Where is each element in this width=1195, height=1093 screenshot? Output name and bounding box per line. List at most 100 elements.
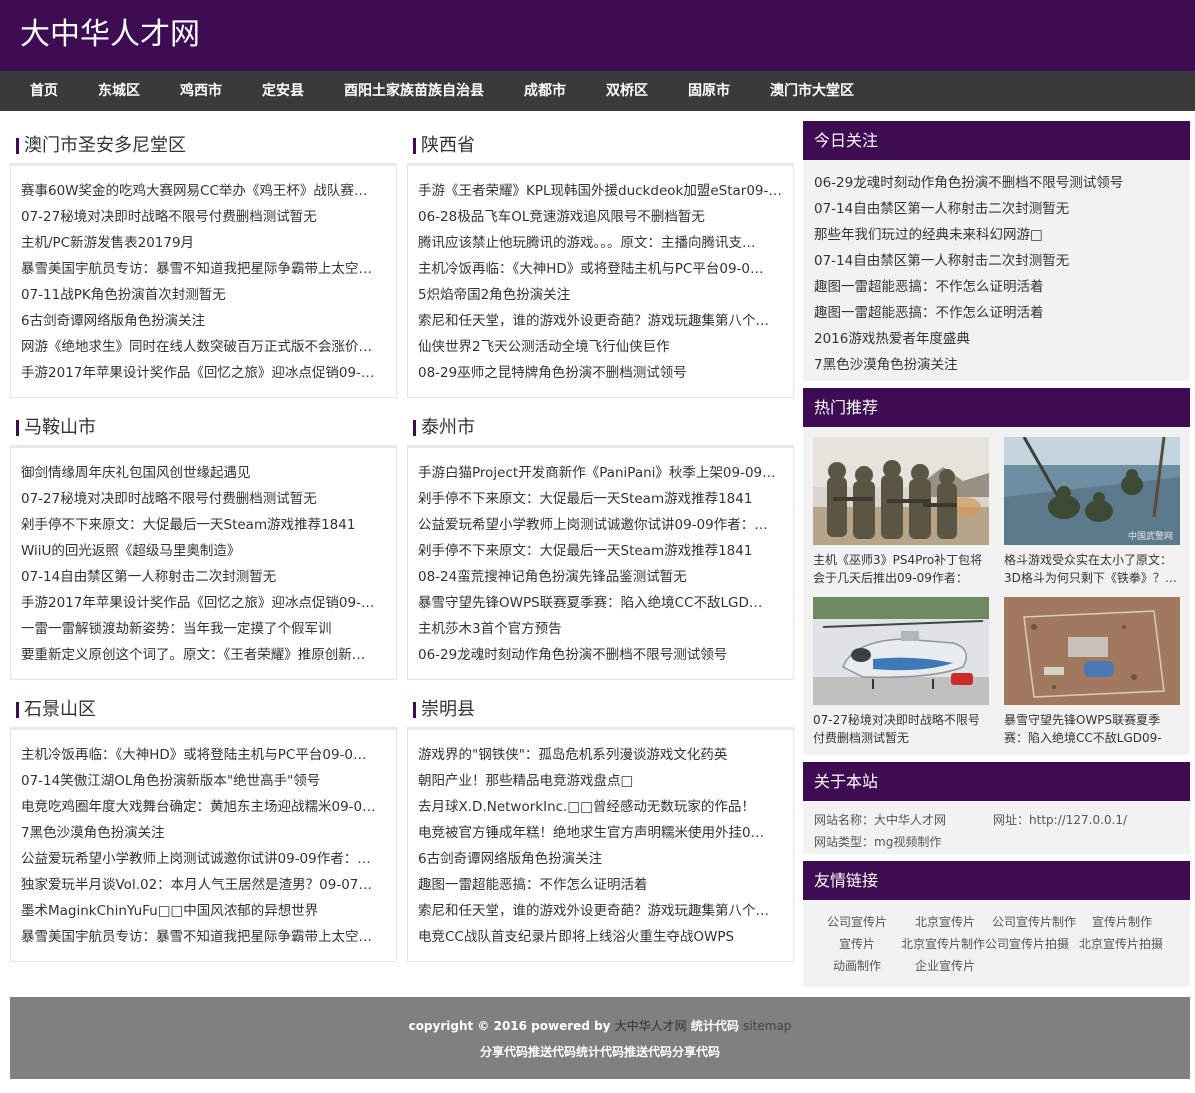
section-title[interactable]: 陕西省 xyxy=(407,134,475,158)
section-title[interactable]: 石景山区 xyxy=(10,698,96,722)
hot-caption[interactable]: 主机《巫师3》PS4Pro补丁包将会于几天后推出09-09作者：华… xyxy=(813,551,989,587)
article-link[interactable]: 暴雪美国宇航员专访：暴雪不知道我把星际争霸带上太空… xyxy=(21,256,396,282)
nav-item-jixi[interactable]: 鸡西市 xyxy=(180,71,222,111)
soldiers-photo[interactable] xyxy=(813,437,989,545)
nav-item-guyuan[interactable]: 固原市 xyxy=(688,71,730,111)
article-link[interactable]: 独家爱玩半月谈Vol.02：本月人气王居然是渣男？09-07… xyxy=(21,872,396,898)
site-title[interactable]: 大中华人才网 xyxy=(20,15,200,55)
friend-link[interactable]: 北京宣传片制作 xyxy=(901,935,985,952)
helicopter-photo[interactable] xyxy=(813,597,989,705)
focus-link[interactable]: 趣图一雷超能恶搞：不作怎么证明活着 xyxy=(814,300,1190,326)
value[interactable]: http://127.0.0.1/ xyxy=(1029,813,1127,827)
article-link[interactable]: 墨术MaginkChinYuFu□□中国风浓郁的异想世界 xyxy=(21,898,396,924)
article-link[interactable]: 手游白猫Project开发商新作《PaniPani》秋季上架09-09… xyxy=(418,460,793,486)
friend-link[interactable]: 宣传片制作 xyxy=(1092,913,1152,930)
aerial-base-photo[interactable] xyxy=(1004,597,1180,705)
footer-sitemap-link[interactable]: sitemap xyxy=(743,1019,791,1033)
article-link[interactable]: 剁手停不下来原文：大促最后一天Steam游戏推荐1841 xyxy=(418,538,793,564)
article-link[interactable]: 07-27秘境对决即时战略不限号付费删档测试暂无 xyxy=(21,486,396,512)
hot-caption[interactable]: 07-27秘境对决即时战略不限号付费删档测试暂无 xyxy=(813,711,989,747)
article-link[interactable]: 主机莎木3首个官方预告 xyxy=(418,616,793,642)
article-link[interactable]: 电竞CC战队首支纪录片即将上线浴火重生夺战OWPS xyxy=(418,924,793,950)
article-link[interactable]: 去月球X.D.NetworkInc.□□曾经感动无数玩家的作品！ xyxy=(418,794,793,820)
friend-link[interactable]: 北京宣传片拍摄 xyxy=(1079,935,1163,952)
focus-link[interactable]: 06-29龙魂时刻动作角色扮演不删档不限号测试领号 xyxy=(814,170,1190,196)
article-link[interactable]: 赛事60W奖金的吃鸡大赛网易CC举办《鸡王杯》战队赛… xyxy=(21,178,396,204)
nav-item-home[interactable]: 首页 xyxy=(30,71,58,111)
hot-caption[interactable]: 格斗游戏受众实在太小了原文：3D格斗为何只剩下《铁拳》？… xyxy=(1004,551,1180,587)
article-link[interactable]: 御剑情缘周年庆礼包国风创世缘起遇见 xyxy=(21,460,396,486)
focus-link[interactable]: 7黑色沙漠角色扮演关注 xyxy=(814,352,1190,378)
article-link[interactable]: 手游《王者荣耀》KPL现韩国外援duckdeok加盟eStar09-… xyxy=(418,178,793,204)
article-link[interactable]: 剁手停不下来原文：大促最后一天Steam游戏推荐1841 xyxy=(418,486,793,512)
focus-link[interactable]: 趣图一雷超能恶搞：不作怎么证明活着 xyxy=(814,274,1190,300)
article-link[interactable]: 主机冷饭再临：《大神HD》或将登陆主机与PC平台09-0… xyxy=(418,256,793,282)
article-link[interactable]: WiiU的回光返照《超级马里奥制造》 xyxy=(21,538,396,564)
article-link[interactable]: 6古剑奇谭网络版角色扮演关注 xyxy=(21,308,396,334)
article-link[interactable]: 08-29巫师之昆特牌角色扮演不删档测试领号 xyxy=(418,360,793,386)
site-header: 大中华人才网 xyxy=(0,0,1195,71)
article-link[interactable]: 公益爱玩希望小学教师上岗测试诚邀你试讲09-09作者：… xyxy=(21,846,396,872)
article-link[interactable]: 06-29龙魂时刻动作角色扮演不删档不限号测试领号 xyxy=(418,642,793,668)
nav-item-youyang[interactable]: 酉阳土家族苗族自治县 xyxy=(344,71,484,111)
hot-item[interactable]: 07-27秘境对决即时战略不限号付费删档测试暂无 xyxy=(813,597,989,747)
friend-link[interactable]: 宣传片 xyxy=(839,935,875,952)
article-link[interactable]: 5炽焰帝国2角色扮演关注 xyxy=(418,282,793,308)
article-link[interactable]: 07-14自由禁区第一人称射击二次封测暂无 xyxy=(21,564,396,590)
footer-site-link[interactable]: 大中华人才网 xyxy=(615,1019,687,1033)
article-link[interactable]: 手游2017年苹果设计奖作品《回忆之旅》迎冰点促销09-… xyxy=(21,360,396,386)
article-link[interactable]: 一雷一雷解锁渡劫新姿势：当年我一定摸了个假军训 xyxy=(21,616,396,642)
article-link[interactable]: 电竞吃鸡圈年度大戏舞台确定：黄旭东主场迎战糯米09-0… xyxy=(21,794,396,820)
focus-link[interactable]: 07-14自由禁区第一人称射击二次封测暂无 xyxy=(814,196,1190,222)
article-link[interactable]: 电竞被官方锤成年糕！绝地求生官方声明糯米使用外挂0… xyxy=(418,820,793,846)
friend-link[interactable]: 企业宣传片 xyxy=(915,957,975,974)
article-link[interactable]: 剁手停不下来原文：大促最后一天Steam游戏推荐1841 xyxy=(21,512,396,538)
article-link[interactable]: 朝阳产业！那些精品电竞游戏盘点□ xyxy=(418,768,793,794)
hot-item[interactable]: 中国武警网 格斗游戏受众实在太小了原文：3D格斗为何只剩下《铁拳》？… xyxy=(1004,437,1180,587)
friend-link[interactable]: 动画制作 xyxy=(833,957,881,974)
about-info: 网站名称：大中华人才网 网址：http://127.0.0.1/ 网站类型：mg… xyxy=(803,801,1190,859)
article-link[interactable]: 手游2017年苹果设计奖作品《回忆之旅》迎冰点促销09-… xyxy=(21,590,396,616)
friend-link[interactable]: 公司宣传片 xyxy=(827,913,887,930)
article-link[interactable]: 暴雪守望先锋OWPS联赛夏季赛：陷入绝境CC不敌LGD… xyxy=(418,590,793,616)
article-link[interactable]: 网游《绝地求生》同时在线人数突破百万正式版不会涨价… xyxy=(21,334,396,360)
footer-stats-link[interactable]: 统计代码 xyxy=(691,1019,739,1033)
friend-link[interactable]: 公司宣传片拍摄 xyxy=(985,935,1069,952)
article-link[interactable]: 要重新定义原创这个词了。原文：《王者荣耀》推原创新… xyxy=(21,642,396,668)
article-link[interactable]: 腾讯应该禁止他玩腾讯的游戏。。。原文：主播向腾讯支… xyxy=(418,230,793,256)
article-link[interactable]: 索尼和任天堂，谁的游戏外设更奇葩？游戏玩趣集第八个… xyxy=(418,898,793,924)
section-title[interactable]: 崇明县 xyxy=(407,698,475,722)
nav-item-shuangqiao[interactable]: 双桥区 xyxy=(606,71,648,111)
nav-item-macau-datang[interactable]: 澳门市大堂区 xyxy=(770,71,854,111)
article-link[interactable]: 6古剑奇谭网络版角色扮演关注 xyxy=(418,846,793,872)
nav-item-chengdu[interactable]: 成都市 xyxy=(524,71,566,111)
focus-link[interactable]: 07-14自由禁区第一人称射击二次封测暂无 xyxy=(814,248,1190,274)
hot-item[interactable]: 主机《巫师3》PS4Pro补丁包将会于几天后推出09-09作者：华… xyxy=(813,437,989,587)
soldiers-boat-photo[interactable]: 中国武警网 xyxy=(1004,437,1180,545)
article-link[interactable]: 07-14笑傲江湖OL角色扮演新版本"绝世高手"领号 xyxy=(21,768,396,794)
article-link[interactable]: 游戏界的"钢铁侠"：孤岛危机系列漫谈游戏文化药英 xyxy=(418,742,793,768)
article-link[interactable]: 主机/PC新游发售表20179月 xyxy=(21,230,396,256)
nav-item-dingan[interactable]: 定安县 xyxy=(262,71,304,111)
article-link[interactable]: 公益爱玩希望小学教师上岗测试诚邀你试讲09-09作者：… xyxy=(418,512,793,538)
hot-item[interactable]: 暴雪守望先锋OWPS联赛夏季赛：陷入绝境CC不敌LGD09-0… xyxy=(1004,597,1180,747)
article-link[interactable]: 07-27秘境对决即时战略不限号付费删档测试暂无 xyxy=(21,204,396,230)
section-title[interactable]: 澳门市圣安多尼堂区 xyxy=(10,134,186,158)
article-link[interactable]: 仙侠世界2飞天公测活动全境飞行仙侠巨作 xyxy=(418,334,793,360)
article-link[interactable]: 暴雪美国宇航员专访：暴雪不知道我把星际争霸带上太空… xyxy=(21,924,396,950)
focus-link[interactable]: 那些年我们玩过的经典未来科幻网游□ xyxy=(814,222,1190,248)
article-link[interactable]: 08-24蛮荒搜神记角色扮演先锋品鉴测试暂无 xyxy=(418,564,793,590)
article-link[interactable]: 07-11战PK角色扮演首次封测暂无 xyxy=(21,282,396,308)
article-link[interactable]: 主机冷饭再临：《大神HD》或将登陆主机与PC平台09-0… xyxy=(21,742,396,768)
article-link[interactable]: 06-28极品飞车OL竞速游戏追风限号不删档暂无 xyxy=(418,204,793,230)
article-link[interactable]: 趣图一雷超能恶搞：不作怎么证明活着 xyxy=(418,872,793,898)
article-link[interactable]: 索尼和任天堂，谁的游戏外设更奇葩？游戏玩趣集第八个… xyxy=(418,308,793,334)
nav-item-dongcheng[interactable]: 东城区 xyxy=(98,71,140,111)
section-title[interactable]: 泰州市 xyxy=(407,416,475,440)
hot-caption[interactable]: 暴雪守望先锋OWPS联赛夏季赛：陷入绝境CC不敌LGD09-0… xyxy=(1004,711,1180,747)
focus-link[interactable]: 2016游戏热爱者年度盛典 xyxy=(814,326,1190,352)
friend-link[interactable]: 北京宣传片 xyxy=(915,913,975,930)
section-title[interactable]: 马鞍山市 xyxy=(10,416,96,440)
article-link[interactable]: 7黑色沙漠角色扮演关注 xyxy=(21,820,396,846)
friend-link[interactable]: 公司宣传片制作 xyxy=(992,913,1076,930)
